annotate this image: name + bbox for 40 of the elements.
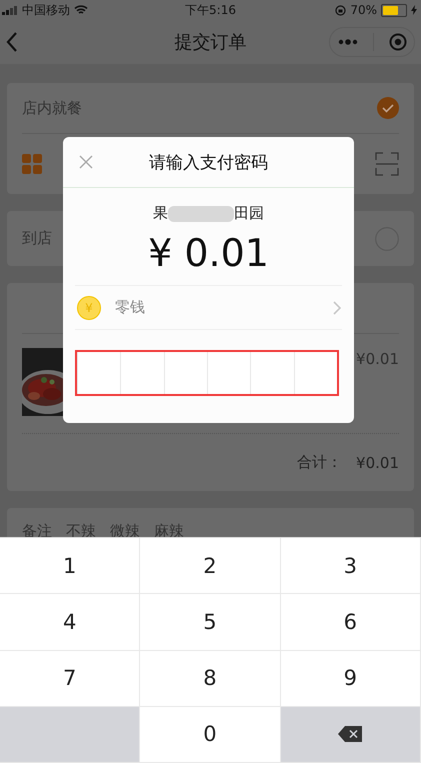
more-icon[interactable] (338, 39, 358, 45)
close-icon[interactable] (79, 155, 93, 169)
merchant-name: 果 (153, 204, 168, 223)
chevron-icon (333, 300, 341, 314)
charging-icon (411, 5, 417, 15)
battery-icon (381, 4, 407, 16)
wifi-icon (74, 5, 88, 15)
page-title: 提交订单 (174, 31, 246, 54)
digit-key[interactable]: 3 (280, 538, 421, 594)
signal-icon (2, 6, 18, 14)
digit-key[interactable]: 2 (140, 538, 281, 594)
digit-key[interactable]: 6 (280, 594, 421, 650)
digit-key[interactable]: 9 (280, 650, 421, 707)
back-icon[interactable] (6, 32, 18, 52)
digit-key[interactable]: 1 (0, 538, 140, 594)
item-price: ¥0.01 (356, 350, 399, 370)
merchant-name: 田园 (234, 204, 264, 223)
digit-key[interactable]: 0 (140, 706, 281, 763)
digit-key[interactable]: 4 (0, 594, 140, 650)
backspace-icon (338, 726, 362, 742)
digit-key[interactable]: 5 (140, 594, 281, 650)
digit-key[interactable]: 8 (140, 650, 281, 707)
grid-icon (22, 154, 42, 174)
battery-percent: 70% (350, 3, 377, 17)
payment-amount: ¥ 0.01 (75, 227, 342, 286)
rotation-lock-icon (335, 4, 346, 16)
check-icon[interactable] (377, 97, 399, 119)
carrier-name: 中国移动 (22, 2, 70, 18)
digit-key[interactable]: 7 (0, 650, 140, 707)
close-target-icon[interactable] (388, 33, 406, 51)
payment-method-label: 零钱 (115, 298, 145, 317)
blurred-text (168, 206, 234, 222)
total-label: 合计： (297, 453, 342, 472)
clock-time: 下午5:16 (185, 2, 236, 18)
coin-icon: ¥ (77, 296, 101, 320)
scan-icon[interactable] (375, 152, 399, 176)
dialog-title: 请输入支付密码 (149, 152, 268, 174)
password-field[interactable] (75, 350, 339, 396)
delete-key[interactable] (280, 706, 421, 763)
total-amount: ¥0.01 (356, 454, 399, 472)
